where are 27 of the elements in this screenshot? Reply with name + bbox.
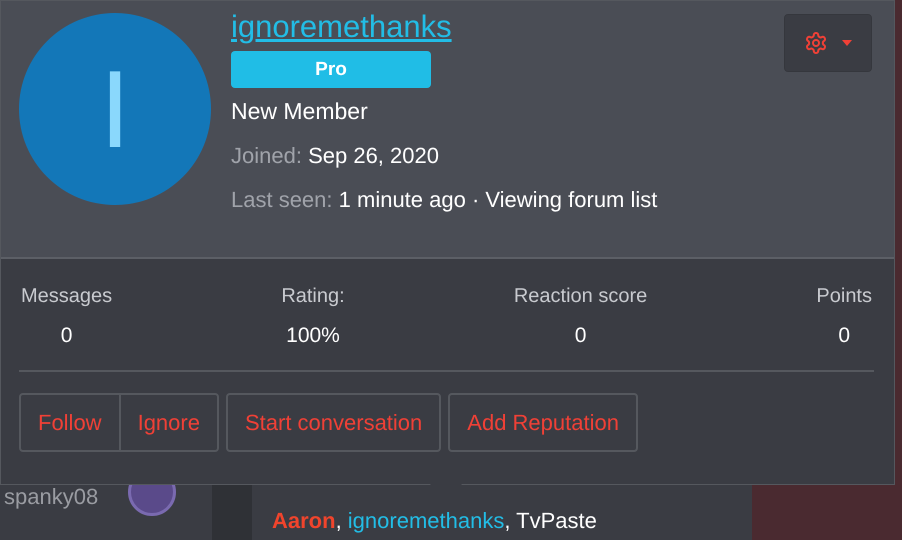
stat-label: Reaction score (514, 285, 648, 308)
action-button[interactable]: Ignore (120, 393, 219, 452)
user-link[interactable]: TvPaste (516, 508, 597, 533)
user-title: New Member (231, 98, 368, 125)
stat-label: Points (816, 285, 872, 308)
separator-text: , (504, 508, 512, 533)
caret-icon (842, 40, 852, 46)
action-button[interactable]: Add Reputation (448, 393, 638, 452)
member-name[interactable]: spanky08 (4, 484, 98, 510)
stat-value: 0 (574, 324, 586, 348)
action-button[interactable]: Follow (19, 393, 120, 452)
username-link[interactable]: ignoremethanks (231, 9, 452, 45)
settings-icon (804, 31, 828, 55)
settings-button[interactable] (784, 14, 872, 72)
stat-label: Messages (21, 285, 112, 308)
user-link[interactable]: ignoremethanks (348, 508, 504, 533)
avatar: I (19, 13, 211, 205)
profile-detail: Last seen: 1 minute ago · Viewing forum list (231, 187, 658, 213)
separator-text: , (336, 508, 343, 533)
user-link[interactable]: Aaron (272, 508, 336, 533)
stat-label: Rating: (281, 285, 345, 308)
stat-value: 0 (60, 324, 72, 348)
profile-detail: Joined: Sep 26, 2020 (231, 143, 439, 169)
action-button[interactable]: Start conversation (226, 393, 442, 452)
stat-value: 0 (838, 324, 850, 348)
user-badge: Pro (231, 51, 431, 88)
stat-value: 100% (286, 324, 340, 348)
